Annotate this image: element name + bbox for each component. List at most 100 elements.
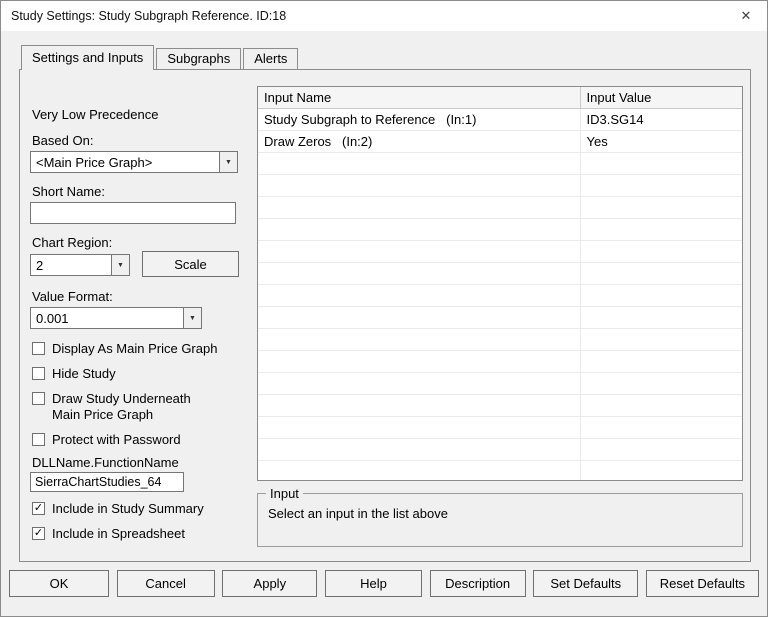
- empty-row: [258, 284, 742, 307]
- checkbox-unchecked-icon[interactable]: [32, 367, 45, 380]
- checkbox-label: Include in Study Summary: [52, 501, 204, 516]
- inputs-table[interactable]: Input Name Input Value Study Subgraph to…: [257, 86, 743, 481]
- close-icon[interactable]: ✕: [725, 1, 767, 31]
- chart-region-select[interactable]: 2 ▼: [30, 254, 130, 276]
- empty-cell: [580, 460, 742, 480]
- checkbox-label: Hide Study: [52, 366, 116, 381]
- checkbox-hide-study[interactable]: Hide Study: [32, 366, 258, 382]
- empty-cell: [580, 372, 742, 395]
- empty-cell: [258, 438, 581, 461]
- tab-settings-and-inputs[interactable]: Settings and Inputs: [21, 45, 155, 70]
- dropdown-arrow-icon[interactable]: ▼: [111, 255, 129, 275]
- input-group-message: Select an input in the list above: [268, 506, 448, 521]
- description-button[interactable]: Description: [429, 570, 526, 597]
- checkbox-include-in-spreadsheet[interactable]: ✓ Include in Spreadsheet: [32, 526, 258, 542]
- empty-cell: [580, 328, 742, 351]
- checkbox-unchecked-icon[interactable]: [32, 342, 45, 355]
- checkbox-checked-icon[interactable]: ✓: [32, 527, 45, 540]
- input-group-box: Input Select an input in the list above: [257, 486, 743, 547]
- tab-subgraphs[interactable]: Subgraphs: [156, 48, 242, 70]
- empty-cell: [580, 240, 742, 263]
- study-settings-dialog: Study Settings: Study Subgraph Reference…: [0, 0, 768, 617]
- value-format-select[interactable]: 0.001 ▼: [30, 307, 202, 329]
- empty-cell: [258, 416, 581, 439]
- input-row[interactable]: Study Subgraph to Reference (In:1) ID3.SG…: [258, 108, 742, 131]
- input-group-title: Input: [266, 486, 303, 501]
- input-name-cell[interactable]: Study Subgraph to Reference (In:1): [258, 108, 581, 131]
- dropdown-arrow-icon[interactable]: ▼: [183, 308, 201, 328]
- empty-cell: [580, 416, 742, 439]
- dropdown-arrow-icon[interactable]: ▼: [219, 152, 237, 172]
- empty-row: [258, 196, 742, 219]
- ok-button[interactable]: OK: [9, 570, 109, 597]
- footer-button-bar: OK Cancel Apply Help Description Set Defaults…: [9, 570, 759, 598]
- empty-cell: [580, 394, 742, 417]
- checkbox-unchecked-icon[interactable]: [32, 433, 45, 446]
- reset-defaults-button[interactable]: Reset Defaults: [645, 570, 759, 597]
- inputs-table-body: Study Subgraph to Reference (In:1) ID3.SG…: [258, 108, 742, 480]
- study-options-checkbox-group: Display As Main Price Graph Hide Study Dra…: [32, 341, 258, 457]
- short-name-input[interactable]: [30, 202, 236, 224]
- empty-cell: [580, 284, 742, 307]
- based-on-select[interactable]: <Main Price Graph> ▼: [30, 151, 238, 173]
- empty-row: [258, 262, 742, 285]
- empty-row: [258, 218, 742, 241]
- checkbox-draw-study-underneath-main-price-graph[interactable]: Draw Study Underneath Main Price Graph: [32, 391, 258, 423]
- based-on-value: <Main Price Graph>: [36, 154, 153, 170]
- column-header-input-value[interactable]: Input Value: [580, 87, 742, 109]
- checkbox-label: Display As Main Price Graph: [52, 341, 218, 356]
- empty-cell: [258, 240, 581, 263]
- empty-row: [258, 416, 742, 439]
- empty-row: [258, 306, 742, 329]
- empty-cell: [258, 350, 581, 373]
- empty-cell: [258, 152, 581, 175]
- chart-region-value: 2: [36, 257, 44, 273]
- empty-cell: [258, 218, 581, 241]
- empty-cell: [580, 438, 742, 461]
- checkbox-label: Draw Study Underneath Main Price Graph: [52, 391, 191, 422]
- set-defaults-button[interactable]: Set Defaults: [533, 570, 639, 597]
- input-row[interactable]: Draw Zeros (In:2) Yes: [258, 130, 742, 153]
- empty-row: [258, 240, 742, 263]
- empty-cell: [258, 460, 581, 480]
- column-header-input-name[interactable]: Input Name: [258, 87, 581, 109]
- checkbox-unchecked-icon[interactable]: [32, 392, 45, 405]
- help-button[interactable]: Help: [324, 570, 422, 597]
- titlebar: Study Settings: Study Subgraph Reference…: [1, 1, 767, 31]
- empty-cell: [580, 306, 742, 329]
- dll-function-input[interactable]: [30, 472, 184, 492]
- dll-function-label: DLLName.FunctionName: [32, 455, 179, 470]
- precedence-label: Very Low Precedence: [32, 107, 159, 122]
- empty-cell: [258, 262, 581, 285]
- empty-cell: [580, 350, 742, 373]
- tab-alerts[interactable]: Alerts: [243, 48, 299, 70]
- empty-cell: [580, 262, 742, 285]
- empty-cell: [580, 218, 742, 241]
- based-on-label: Based On:: [32, 133, 94, 148]
- input-value-cell[interactable]: ID3.SG14: [580, 108, 742, 131]
- input-value-cell[interactable]: Yes: [580, 130, 742, 153]
- chart-region-label: Chart Region:: [32, 235, 113, 250]
- short-name-label: Short Name:: [32, 184, 105, 199]
- scale-button[interactable]: Scale: [142, 251, 239, 277]
- checkbox-label: Protect with Password: [52, 432, 181, 447]
- empty-row: [258, 394, 742, 417]
- checkbox-display-as-main-price-graph[interactable]: Display As Main Price Graph: [32, 341, 258, 357]
- empty-cell: [258, 306, 581, 329]
- cancel-button[interactable]: Cancel: [116, 570, 215, 597]
- value-format-value: 0.001: [36, 310, 69, 326]
- checkbox-checked-icon[interactable]: ✓: [32, 502, 45, 515]
- input-name-cell[interactable]: Draw Zeros (In:2): [258, 130, 581, 153]
- checkbox-include-in-study-summary[interactable]: ✓ Include in Study Summary: [32, 501, 258, 517]
- empty-cell: [258, 394, 581, 417]
- tab-page-settings-and-inputs: Very Low Precedence Based On: <Main Pric…: [19, 69, 751, 562]
- empty-row: [258, 460, 742, 480]
- tab-strip: Settings and Inputs Subgraphs Alerts: [21, 45, 300, 70]
- empty-row: [258, 174, 742, 197]
- checkbox-label: Include in Spreadsheet: [52, 526, 185, 541]
- empty-cell: [258, 284, 581, 307]
- inputs-table-header-row: Input Name Input Value: [258, 87, 742, 109]
- checkbox-protect-with-password[interactable]: Protect with Password: [32, 432, 258, 448]
- empty-row: [258, 152, 742, 175]
- apply-button[interactable]: Apply: [222, 570, 318, 597]
